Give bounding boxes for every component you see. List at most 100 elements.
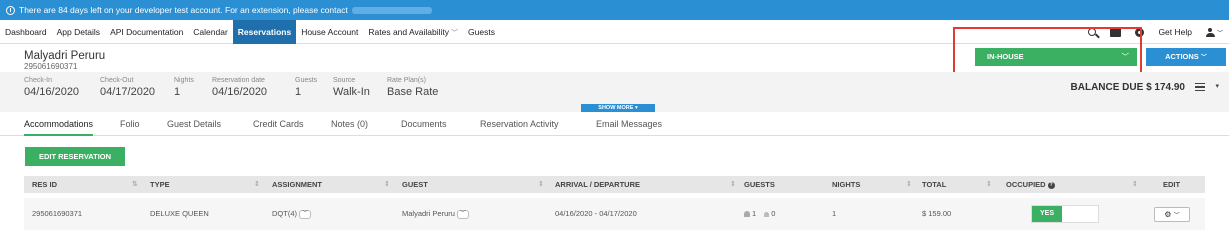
tab-folio[interactable]: Folio [120,112,140,136]
get-help-link[interactable]: Get Help [1158,27,1192,37]
nights-label: Nights [174,77,194,84]
sort-icon[interactable]: ⇕ [906,176,912,193]
guests-label: Guests [295,77,318,84]
adult-icon [744,211,750,218]
cell-res-id: 295061690371 [32,209,83,218]
occupied-toggle[interactable]: YES [1031,205,1099,223]
guest-name: Malyadri Peruru [24,50,106,62]
info-icon [6,5,15,15]
edit-reservation-button[interactable]: EDIT RESERVATION [25,147,125,166]
sort-icon[interactable]: ⇕ [538,176,544,193]
nights-field: Nights 1 [174,77,194,98]
nights-value: 1 [174,86,181,98]
balance-due: BALANCE DUE $ 174.90 [1070,82,1185,93]
check-in-label: Check-In [24,77,53,84]
user-icon [1205,27,1215,37]
nav-item-calendar[interactable]: Calendar [188,20,233,44]
nav-item-guests[interactable]: Guests [463,20,500,44]
reservation-tabs: Accommodations Folio Guest Details Credi… [0,112,1229,136]
col-occupied-label: OCCUPIED [1006,180,1046,189]
user-menu[interactable]: ﹀ [1205,27,1223,37]
cell-type: DELUXE QUEEN [150,209,209,218]
reservation-date-label: Reservation date [212,77,265,84]
search-icon[interactable] [1088,28,1097,36]
tab-accommodations[interactable]: Accommodations [24,112,94,136]
contact-email-link[interactable] [351,6,432,14]
assignment-value: DQT(4) [272,209,297,218]
reservation-date-value: 04/16/2020 [212,86,268,98]
nav-item-api-documentation[interactable]: API Documentation [105,20,188,44]
col-edit: EDIT [1163,180,1181,189]
chevron-down-icon[interactable]: ▾ [1215,82,1219,90]
gear-icon[interactable] [1135,27,1145,37]
children-count: 0 [771,209,776,218]
col-nights[interactable]: NIGHTS [832,176,860,193]
cell-nights: 1 [832,209,837,218]
tab-guest-details[interactable]: Guest Details [167,112,221,136]
check-out-label: Check-Out [100,77,134,84]
assignment-dropdown[interactable]: ﹀ [299,209,311,219]
nav-item-reservations[interactable]: Reservations [232,19,297,44]
store-icon[interactable] [1110,27,1122,37]
chevron-down-icon: ﹀ [1216,30,1223,37]
sort-icon[interactable]: ⇕ [1132,176,1138,193]
actions-label: ACTIONS [1165,52,1199,61]
col-type[interactable]: TYPE [150,176,170,193]
col-res-id[interactable]: RES ID [32,176,57,193]
show-more-label: SHOW MORE [598,105,634,111]
table-header: RES ID ⇅ TYPE ⇕ ASSIGNMENT ⇕ GUEST ⇕ ARR… [24,176,1205,193]
caret-down-icon: ▾ [634,105,638,111]
sort-icon[interactable]: ⇕ [384,176,390,193]
reservation-id: 295061690371 [24,62,78,71]
table-row: 295061690371 DELUXE QUEEN DQT(4) ﹀ Malyad… [24,198,1205,230]
col-guest[interactable]: GUEST [402,176,428,193]
sort-icon[interactable]: ⇕ [254,176,260,193]
source-label: Source [333,77,356,84]
rate-plan-value: Base Rate [387,86,439,98]
chevron-down-icon: ﹀ [451,29,459,37]
check-out-value: 04/17/2020 [100,86,156,98]
col-arrival-departure[interactable]: ARRIVAL / DEPARTURE [555,176,640,193]
status-dropdown[interactable]: IN-HOUSE ﹀ [975,48,1137,66]
adults-count: 1 [752,209,757,218]
rate-plan-field: Rate Plan(s) Base Rate [387,77,438,98]
guest-dropdown[interactable]: ﹀ [456,209,469,219]
tab-reservation-activity[interactable]: Reservation Activity [480,112,559,136]
cell-guest: Malyadri Peruru ﹀ [402,198,469,230]
tab-email-messages[interactable]: Email Messages [596,112,662,136]
check-in-field: Check-In 04/16/2020 [24,77,79,98]
menu-icon[interactable] [1195,83,1205,91]
cell-guests: 1 0 [744,198,775,230]
child-icon [764,211,770,217]
occupied-yes: YES [1032,206,1062,222]
guests-field: Guests 1 [295,77,317,98]
nav-item-house-account[interactable]: House Account [296,20,363,44]
tab-documents[interactable]: Documents [401,112,447,136]
cell-assignment: DQT(4) ﹀ [272,198,311,230]
col-assignment[interactable]: ASSIGNMENT [272,176,322,193]
reservation-date-field: Reservation date 04/16/2020 [212,77,267,98]
cell-dates: 04/16/2020 - 04/17/2020 [555,209,637,218]
row-edit-button[interactable]: ⚙ ﹀ [1154,207,1190,222]
col-total[interactable]: TOTAL [922,176,946,193]
sort-icon[interactable]: ⇅ [132,176,138,193]
trial-banner: There are 84 days left on your developer… [0,0,1229,20]
col-occupied[interactable]: OCCUPIED ? [1006,176,1055,193]
tab-credit-cards[interactable]: Credit Cards [253,112,304,136]
col-guests[interactable]: GUESTS [744,176,775,193]
check-out-field: Check-Out 04/17/2020 [100,77,155,98]
show-more-button[interactable]: SHOW MORE ▾ [581,104,655,112]
nav-item-app-details[interactable]: App Details [52,20,105,44]
actions-button[interactable]: ACTIONS ﹀ [1146,48,1226,66]
nav-item-rates-availability[interactable]: Rates and Availability ﹀ [363,20,463,44]
sort-icon[interactable]: ⇕ [730,176,736,193]
help-icon[interactable]: ? [1047,181,1055,189]
source-value: Walk-In [333,86,370,98]
rate-plan-label: Rate Plan(s) [387,77,426,84]
nav-tools: Get Help ﹀ [1088,20,1223,44]
sort-icon[interactable]: ⇕ [986,176,992,193]
main-nav: Dashboard App Details API Documentation … [0,19,1229,44]
nav-item-dashboard[interactable]: Dashboard [0,20,52,44]
nav-item-rates-label: Rates and Availability [368,26,450,37]
tab-notes[interactable]: Notes (0) [331,112,368,136]
